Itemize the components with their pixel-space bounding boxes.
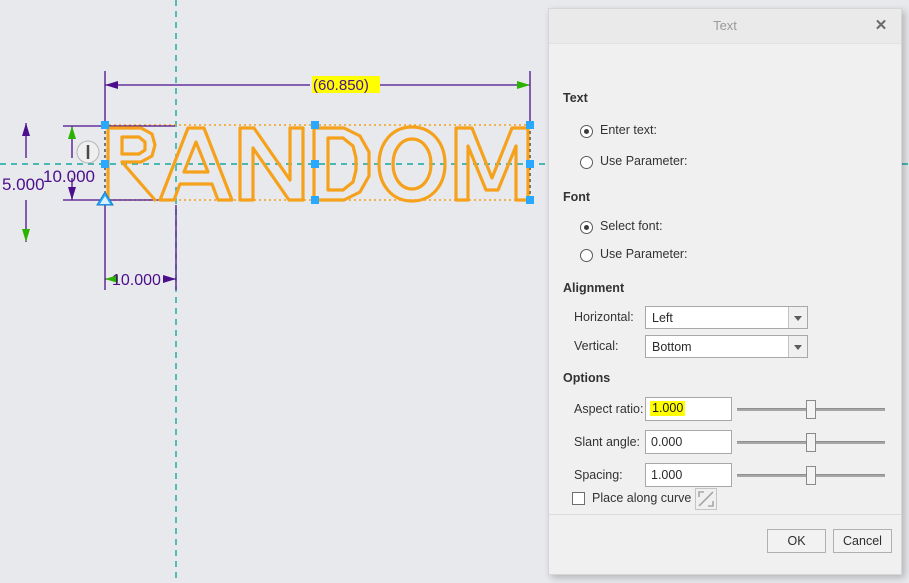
- text-dialog: Text ✕ Text Enter text: Use Parameter: S…: [548, 8, 902, 575]
- letter-M: [454, 126, 530, 202]
- arrow-top-left: [105, 81, 118, 89]
- place-along-curve-checkbox[interactable]: [572, 492, 585, 505]
- application-window: (60.850) 10.000 5.000 10.000 Text ✕ Text…: [0, 0, 909, 583]
- spacing-slider-thumb[interactable]: [806, 466, 816, 485]
- letter-N: [238, 126, 305, 202]
- ok-button[interactable]: OK: [767, 529, 826, 553]
- select-font-label: Select font:: [600, 219, 663, 233]
- text-group-header: Text: [563, 91, 588, 105]
- dialog-body: Text Enter text: Use Parameter: Select..…: [549, 44, 901, 550]
- letter-A-counter: [182, 140, 210, 174]
- chevron-down-icon-horizontal[interactable]: [788, 307, 807, 328]
- slant-angle-slider[interactable]: [737, 431, 885, 453]
- options-group-header: Options: [563, 371, 611, 385]
- spacing-input[interactable]: [645, 463, 732, 487]
- slant-angle-input[interactable]: [645, 430, 732, 454]
- spacing-slider[interactable]: [737, 464, 885, 486]
- dialog-titlebar: Text ✕: [549, 9, 901, 44]
- vertical-constraint-icon[interactable]: [76, 140, 100, 164]
- chevron-down-icon-vertical[interactable]: [788, 336, 807, 357]
- vertical-align-value: Bottom: [652, 340, 692, 354]
- alignment-group-header: Alignment: [563, 281, 625, 295]
- text-use-parameter-radio[interactable]: [580, 156, 593, 169]
- arrow-5-top: [22, 123, 30, 136]
- point-mid-left: [101, 160, 109, 168]
- point-mid-right: [526, 160, 534, 168]
- dialog-title: Text: [713, 18, 737, 33]
- horizontal-align-combobox[interactable]: Left: [645, 306, 808, 329]
- origin-anchor-marker[interactable]: [96, 191, 114, 206]
- letter-R-counter: [120, 135, 147, 156]
- font-group-header: Font: [563, 190, 591, 204]
- enter-text-label: Enter text:: [600, 123, 657, 137]
- dim-label-5: 5.000: [2, 175, 45, 194]
- text-use-parameter-label: Use Parameter:: [600, 154, 688, 168]
- place-along-curve-button[interactable]: [695, 488, 717, 510]
- vertical-align-label: Vertical:: [574, 339, 619, 353]
- slant-angle-slider-thumb[interactable]: [806, 433, 816, 452]
- font-use-parameter-radio[interactable]: [580, 249, 593, 262]
- close-icon[interactable]: ✕: [871, 17, 891, 35]
- enter-text-radio[interactable]: [580, 125, 593, 138]
- aspect-ratio-slider-thumb[interactable]: [806, 400, 816, 419]
- aspect-ratio-value: 1.000: [650, 401, 686, 416]
- curve-arrow-icon: [698, 491, 714, 507]
- dialog-footer: OK Cancel: [549, 514, 901, 574]
- font-use-parameter-label: Use Parameter:: [600, 247, 688, 261]
- place-along-curve-label: Place along curve: [592, 491, 692, 505]
- point-bottom-right: [526, 196, 534, 204]
- arrow-10-bottom: [68, 187, 76, 200]
- vertical-align-combobox[interactable]: Bottom: [645, 335, 808, 358]
- arrow-5-bottom: [22, 229, 30, 242]
- arrow-bottom-right: [163, 275, 176, 283]
- arrow-top-right: [517, 81, 530, 89]
- select-font-radio[interactable]: [580, 221, 593, 234]
- point-top-right: [526, 121, 534, 129]
- dim-label-10-upper: 10.000: [43, 167, 95, 186]
- arrow-10-top: [68, 126, 76, 139]
- point-bottom-mid: [311, 196, 319, 204]
- point-mid-mid: [311, 160, 319, 168]
- slant-angle-label: Slant angle:: [574, 435, 641, 449]
- cancel-button[interactable]: Cancel: [833, 529, 892, 553]
- horizontal-align-label: Horizontal:: [574, 310, 634, 324]
- dim-label-bottom: 10.000: [112, 272, 161, 289]
- spacing-label: Spacing:: [574, 468, 623, 482]
- horizontal-align-value: Left: [652, 311, 673, 325]
- aspect-ratio-input[interactable]: 1.000: [645, 397, 732, 421]
- point-top-left: [101, 121, 109, 129]
- point-top-mid: [311, 121, 319, 129]
- aspect-ratio-label: Aspect ratio:: [574, 402, 644, 416]
- aspect-ratio-slider[interactable]: [737, 398, 885, 420]
- dim-label-overall: (60.850): [313, 77, 369, 94]
